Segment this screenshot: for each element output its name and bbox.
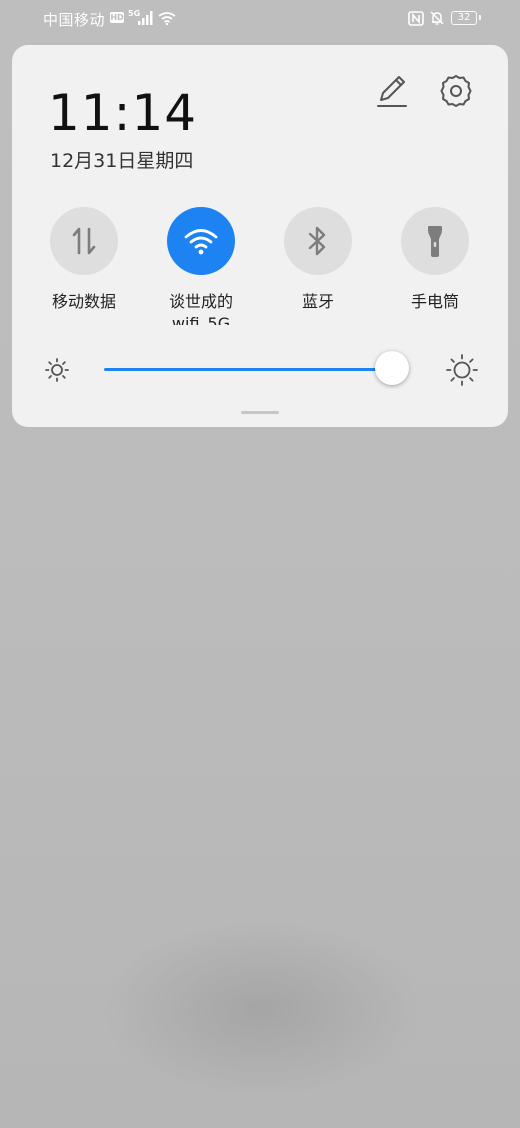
clock[interactable]: 11:14 bbox=[48, 83, 197, 143]
brightness-slider-thumb[interactable] bbox=[375, 351, 409, 385]
brightness-low-icon bbox=[45, 358, 69, 382]
toggle-wifi[interactable]: 谈世成的 wifi_5G bbox=[146, 207, 256, 325]
nfc-icon bbox=[408, 11, 424, 26]
mute-icon bbox=[430, 11, 444, 25]
quick-settings-panel: 11:14 12月31日星期四 移动数据 谈世成的 wifi_5G 蓝牙 手电筒 bbox=[12, 45, 508, 427]
flashlight-icon bbox=[428, 226, 442, 257]
wifi-icon bbox=[184, 229, 218, 255]
brightness-slider-track[interactable] bbox=[104, 368, 404, 371]
brightness-high-icon bbox=[446, 354, 478, 386]
battery-level: 32 bbox=[457, 12, 471, 23]
hd-badge: HD bbox=[110, 12, 124, 23]
settings-icon[interactable] bbox=[438, 73, 474, 109]
signal-icon bbox=[138, 11, 153, 25]
wifi-status-icon bbox=[158, 12, 176, 25]
edit-icon[interactable] bbox=[374, 73, 410, 109]
toggle-button[interactable] bbox=[401, 207, 469, 275]
bluetooth-icon bbox=[308, 226, 326, 256]
wifi-ssid-line2: wifi_5G bbox=[171, 314, 231, 325]
date[interactable]: 12月31日星期四 bbox=[50, 149, 193, 173]
status-bar: 中国移动 HD 5G 32 bbox=[0, 0, 520, 38]
toggle-mobile-data[interactable]: 移动数据 bbox=[29, 207, 139, 313]
panel-drag-handle[interactable] bbox=[241, 411, 279, 414]
toggle-button[interactable] bbox=[167, 207, 235, 275]
wifi-ssid-line1: 谈世成的 bbox=[168, 292, 233, 311]
mobile-data-icon bbox=[72, 227, 96, 255]
toggle-label: 蓝牙 bbox=[301, 292, 334, 311]
battery-icon: 32 bbox=[451, 11, 481, 25]
toggle-flashlight[interactable]: 手电筒 bbox=[380, 207, 490, 313]
toggle-label: 移动数据 bbox=[51, 292, 116, 311]
toggle-label: 谈世成的 wifi_5G bbox=[146, 291, 256, 325]
toggle-button[interactable] bbox=[50, 207, 118, 275]
toggle-bluetooth[interactable]: 蓝牙 bbox=[263, 207, 373, 313]
carrier-name: 中国移动 bbox=[43, 11, 106, 29]
toggle-label: 手电筒 bbox=[410, 292, 459, 311]
toggle-button[interactable] bbox=[284, 207, 352, 275]
